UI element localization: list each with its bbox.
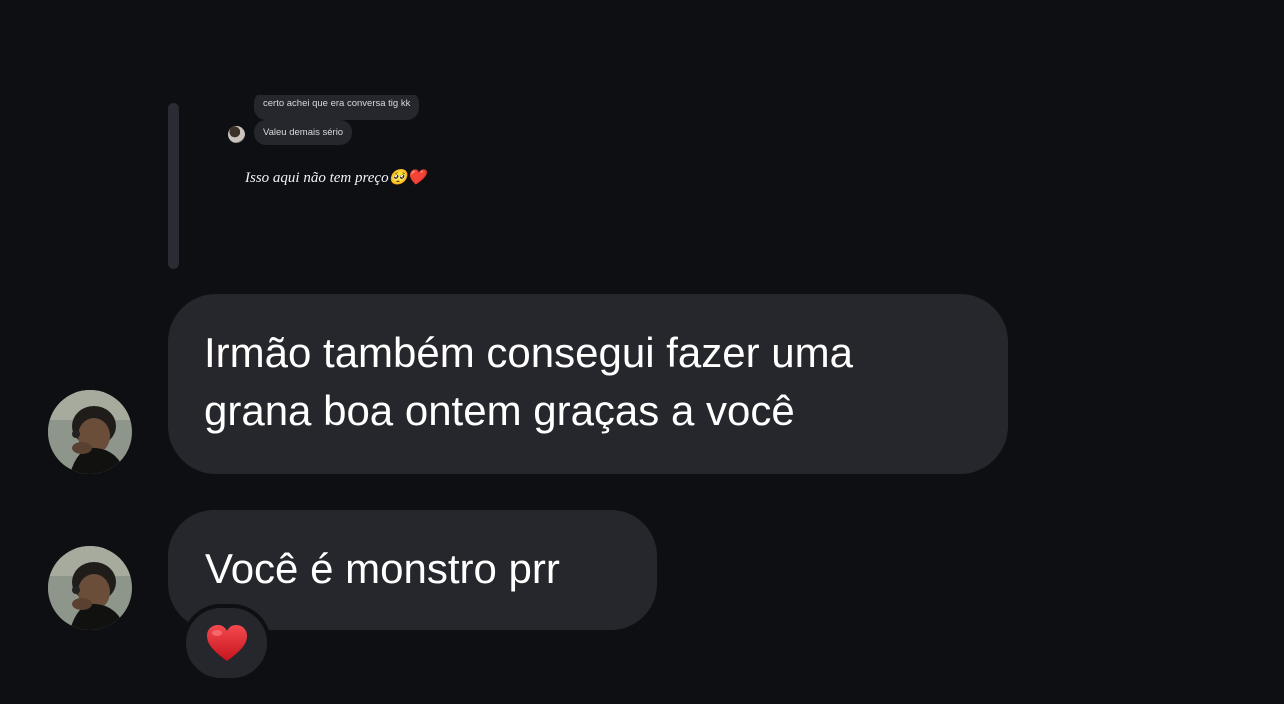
story-reply-preview[interactable]: certo achei que era conversa tig kk Vale… — [180, 95, 520, 265]
avatar-photo — [48, 546, 132, 630]
message-text-line: grana boa ontem graças a você — [204, 387, 795, 434]
reply-indicator-bar — [168, 103, 179, 269]
message-text-line: Você é monstro prr — [205, 545, 560, 592]
message-text-line: Irmão também consegui fazer uma — [204, 329, 853, 376]
avatar[interactable] — [48, 546, 132, 630]
heart-icon — [206, 625, 247, 661]
avatar-photo — [48, 390, 132, 474]
avatar[interactable] — [48, 390, 132, 474]
preview-message-bubble: certo achei que era conversa tig kk — [254, 95, 420, 120]
chat-screen: certo achei que era conversa tig kk Vale… — [0, 0, 1284, 704]
preview-caption: Isso aqui não tem preço🥺❤️ — [245, 170, 426, 186]
preview-avatar — [228, 126, 245, 143]
reaction-badge[interactable] — [182, 604, 271, 682]
preview-message-bubble: Valeu demais sério — [254, 120, 353, 145]
message-bubble[interactable]: Irmão também consegui fazer uma grana bo… — [168, 294, 1008, 474]
